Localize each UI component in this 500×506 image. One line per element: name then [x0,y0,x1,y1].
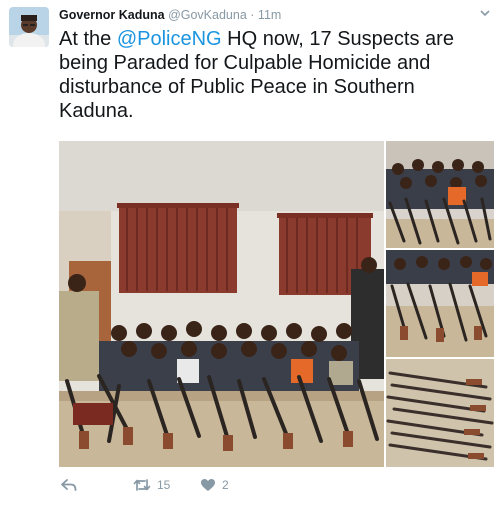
photo-bottom-right[interactable] [386,359,494,467]
heart-icon [200,478,216,492]
retweet-icon [133,478,151,492]
retweet-button[interactable]: 15 [133,475,170,495]
reply-icon [61,478,77,492]
reply-button[interactable] [61,475,77,495]
like-button[interactable]: 2 [200,475,229,495]
tweet-text: At the @PoliceNG HQ now, 17 Suspects are… [59,27,489,123]
media-grid [59,141,494,467]
tweet-header: Governor Kaduna @GovKaduna · 11m [59,8,281,22]
tweet-timestamp[interactable]: 11m [258,8,281,22]
photo-middle-right[interactable] [386,250,494,357]
tweet-text-before: At the [59,28,117,50]
retweet-count: 15 [157,478,171,492]
tweet-actions: 15 2 [59,475,459,497]
mention-link[interactable]: @PoliceNG [117,28,222,50]
author-avatar[interactable] [9,7,49,47]
author-name[interactable]: Governor Kaduna [59,8,165,22]
separator-dot: · [250,8,255,22]
photo-top-right[interactable] [386,141,494,248]
author-handle[interactable]: @GovKaduna [168,8,247,22]
photo-main[interactable] [59,141,384,467]
chevron-down-icon[interactable] [478,6,492,20]
like-count: 2 [222,478,229,492]
